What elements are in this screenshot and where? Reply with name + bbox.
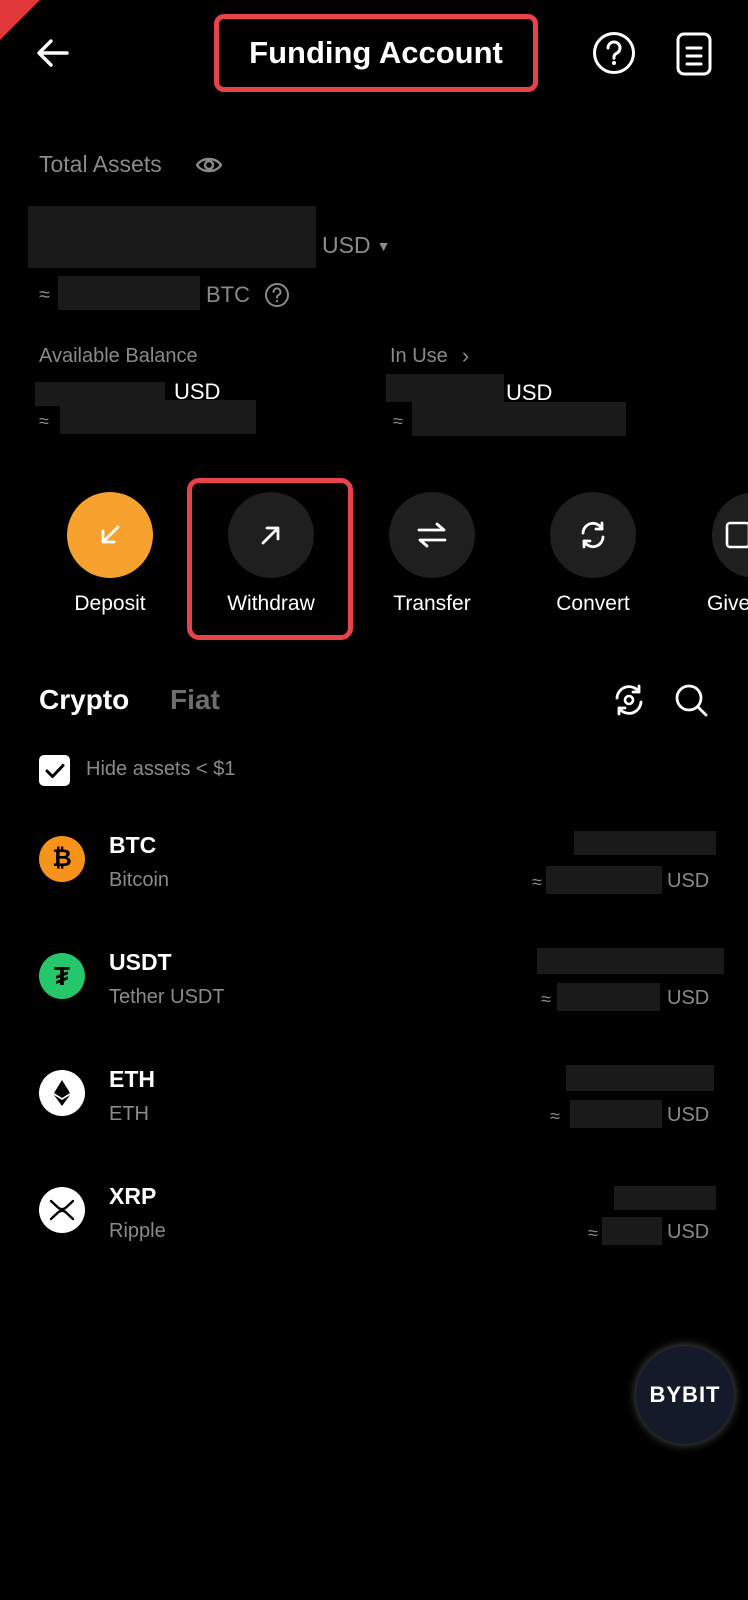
btc-info-button[interactable] bbox=[264, 282, 290, 308]
asset-row-btc[interactable]: ₿ BTC Bitcoin ≈ USD bbox=[0, 820, 748, 910]
deposit-label: Deposit bbox=[74, 592, 146, 615]
convert-icon-circle bbox=[550, 492, 636, 578]
asset-symbol: ETH bbox=[109, 1066, 155, 1092]
asset-name: ETH bbox=[109, 1103, 149, 1125]
in-use-approx-hidden bbox=[412, 402, 626, 436]
hide-small-assets-checkbox[interactable] bbox=[39, 755, 70, 786]
asset-approx: ≈ bbox=[541, 989, 551, 1009]
in-use-approx: ≈ bbox=[393, 411, 403, 431]
transfer-icon bbox=[417, 522, 447, 548]
asset-currency: USD bbox=[667, 987, 710, 1009]
give-label: Give bbox=[707, 592, 748, 615]
btc-unit: BTC bbox=[206, 282, 250, 307]
available-approx-hidden bbox=[60, 400, 256, 434]
currency-label: USD bbox=[322, 232, 371, 258]
search-icon bbox=[675, 684, 708, 717]
deposit-icon-circle bbox=[67, 492, 153, 578]
check-icon bbox=[45, 763, 64, 778]
ethereum-icon bbox=[39, 1070, 85, 1116]
asset-amount-hidden bbox=[614, 1186, 716, 1210]
convert-icon bbox=[581, 521, 605, 549]
asset-row-usdt[interactable]: ₮ USDT Tether USDT ≈ USD bbox=[0, 937, 748, 1027]
asset-row-xrp[interactable]: XRP Ripple ≈ USD bbox=[0, 1171, 748, 1261]
asset-value-hidden bbox=[602, 1217, 662, 1245]
asset-symbol: XRP bbox=[109, 1183, 157, 1209]
eye-icon bbox=[195, 157, 223, 173]
asset-symbol: BTC bbox=[109, 832, 157, 858]
total-assets-label: Total Assets bbox=[39, 151, 162, 177]
asset-symbol: USDT bbox=[109, 949, 172, 975]
asset-name: Ripple bbox=[109, 1220, 166, 1242]
bybit-float-button[interactable]: BYBIT bbox=[636, 1346, 734, 1444]
xrp-logo bbox=[49, 1199, 75, 1221]
convert-label: Convert bbox=[556, 592, 630, 615]
total-balance-hidden bbox=[28, 206, 316, 268]
arrow-down-left-icon bbox=[101, 525, 120, 544]
asset-value-hidden bbox=[546, 866, 662, 894]
give-icon-circle bbox=[712, 492, 748, 578]
xrp-icon bbox=[39, 1187, 85, 1233]
withdraw-highlight bbox=[187, 478, 353, 640]
asset-name: Bitcoin bbox=[109, 869, 170, 891]
search-button[interactable] bbox=[673, 682, 709, 718]
hide-small-assets-label: Hide assets < $1 bbox=[86, 758, 236, 780]
asset-currency: USD bbox=[667, 1221, 710, 1243]
asset-name: Tether USDT bbox=[109, 986, 225, 1008]
convert-button[interactable]: Convert bbox=[538, 492, 648, 616]
asset-amount-hidden bbox=[574, 831, 716, 855]
deposit-button[interactable]: Deposit bbox=[55, 492, 165, 616]
give-button[interactable]: Give bbox=[699, 492, 748, 622]
transfer-icon-circle bbox=[389, 492, 475, 578]
asset-amount-hidden bbox=[537, 948, 724, 974]
btc-balance-hidden bbox=[58, 276, 200, 310]
help-icon bbox=[265, 283, 289, 307]
asset-amount-hidden bbox=[566, 1065, 714, 1091]
document-icon bbox=[676, 32, 712, 76]
gift-icon bbox=[725, 521, 748, 549]
in-use-label: In Use bbox=[390, 344, 448, 367]
asset-value-hidden bbox=[557, 983, 660, 1011]
transfer-button[interactable]: Transfer bbox=[377, 492, 487, 616]
asset-row-eth[interactable]: ETH ETH ≈ USD bbox=[0, 1054, 748, 1144]
tab-fiat[interactable]: Fiat bbox=[170, 684, 220, 716]
refresh-icon bbox=[615, 684, 643, 716]
currency-selector[interactable]: USD ▼ bbox=[322, 232, 390, 259]
refresh-button[interactable] bbox=[611, 682, 647, 718]
available-approx: ≈ bbox=[39, 411, 49, 431]
arrow-left-icon bbox=[37, 39, 69, 67]
in-use-link[interactable]: In Use › bbox=[390, 343, 469, 369]
tether-icon: ₮ bbox=[39, 953, 85, 999]
transfer-label: Transfer bbox=[393, 592, 471, 615]
asset-approx: ≈ bbox=[588, 1223, 598, 1243]
asset-currency: USD bbox=[667, 1104, 710, 1126]
asset-value-hidden bbox=[570, 1100, 662, 1128]
history-button[interactable] bbox=[674, 31, 714, 77]
asset-approx: ≈ bbox=[550, 1106, 560, 1126]
back-button[interactable] bbox=[30, 30, 76, 76]
bitcoin-icon: ₿ bbox=[39, 836, 85, 882]
help-button[interactable] bbox=[592, 31, 636, 75]
asset-currency: USD bbox=[667, 870, 710, 892]
available-balance-label: Available Balance bbox=[39, 345, 198, 367]
page-title: Funding Account bbox=[214, 14, 538, 92]
in-use-usd-hidden bbox=[386, 374, 504, 402]
help-icon bbox=[593, 32, 635, 74]
chevron-right-icon: › bbox=[461, 343, 470, 368]
approx-sign: ≈ bbox=[39, 284, 50, 306]
tab-crypto[interactable]: Crypto bbox=[39, 684, 129, 716]
ethereum-logo bbox=[54, 1080, 70, 1106]
visibility-toggle[interactable] bbox=[195, 155, 223, 175]
asset-approx: ≈ bbox=[532, 872, 542, 892]
bybit-logo: BYBIT bbox=[649, 1382, 721, 1407]
caret-down-icon: ▼ bbox=[376, 237, 391, 254]
